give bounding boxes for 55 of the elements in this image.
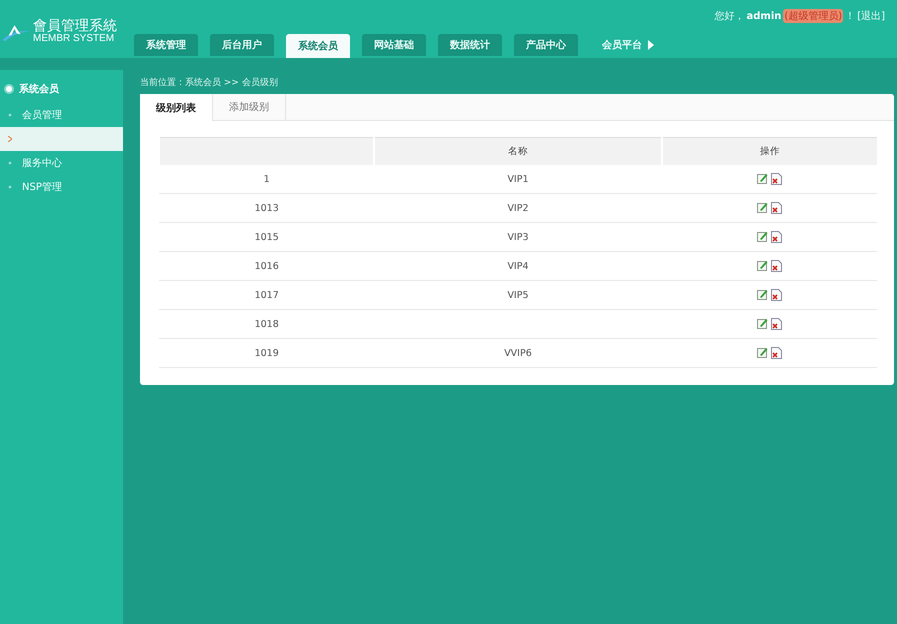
- nav-tab[interactable]: 网站基础: [362, 34, 426, 56]
- table-cell: VIP2: [374, 194, 662, 222]
- delete-icon[interactable]: [770, 260, 782, 272]
- sidebar-title: 系统会员: [19, 82, 59, 96]
- edit-icon[interactable]: [756, 347, 768, 358]
- nav-tab[interactable]: 产品中心: [514, 34, 578, 56]
- nav-tab[interactable]: 后台用户: [210, 34, 274, 56]
- column-header: 操作: [662, 138, 877, 165]
- panel-tab[interactable]: 级别列表: [140, 94, 213, 121]
- table-cell: VIP1: [374, 165, 662, 194]
- nav-tab[interactable]: 数据统计: [438, 34, 502, 56]
- nav-tab[interactable]: 系统会员: [286, 34, 350, 58]
- table-cell: 1015: [159, 222, 374, 252]
- edit-icon[interactable]: [756, 318, 768, 329]
- delete-icon[interactable]: [770, 202, 782, 214]
- bullet-icon: [6, 86, 12, 92]
- bullet-icon: [8, 184, 12, 190]
- delete-icon[interactable]: [770, 289, 782, 301]
- edit-icon[interactable]: [756, 202, 768, 213]
- sidebar-item[interactable]: NSP管理: [0, 175, 123, 199]
- table-cell: 1017: [159, 280, 374, 310]
- nav-tab[interactable]: 会员平台: [590, 34, 666, 56]
- logout-link[interactable]: [退出]: [857, 9, 885, 23]
- separator-text: ！: [845, 10, 856, 23]
- table-cell: VIP4: [374, 252, 662, 280]
- column-header: 名称: [374, 138, 662, 165]
- logo-title: 會員管理系統: [33, 19, 117, 33]
- table-cell: 1018: [159, 310, 374, 338]
- delete-icon[interactable]: [770, 347, 782, 359]
- delete-icon[interactable]: [770, 173, 782, 185]
- table-cell: VIP5: [374, 280, 662, 310]
- role-label: (超级管理员): [783, 9, 844, 23]
- table-cell: 1013: [159, 194, 374, 222]
- greeting-text: 您好，: [714, 10, 744, 23]
- breadcrumb: 当前位置：系统会员 >> 会员级别: [140, 76, 279, 90]
- edit-icon[interactable]: [756, 260, 768, 271]
- delete-icon[interactable]: [770, 318, 782, 330]
- sidebar-item[interactable]: 会员管理: [0, 103, 123, 127]
- table-cell: 1016: [159, 252, 374, 280]
- edit-icon[interactable]: [756, 231, 768, 242]
- edit-icon[interactable]: [756, 289, 768, 300]
- sidebar-item[interactable]: 服务中心: [0, 151, 123, 175]
- table-cell: VVIP6: [374, 338, 662, 368]
- nav-tab[interactable]: 系统管理: [134, 34, 198, 56]
- edit-icon[interactable]: [756, 173, 768, 184]
- table-cell: 1019: [159, 338, 374, 368]
- logo-subtitle: MEMBR SYSTEM: [33, 34, 116, 44]
- table-cell: 1: [159, 165, 374, 194]
- bullet-icon: [8, 160, 12, 166]
- bullet-icon: [8, 112, 12, 118]
- delete-icon[interactable]: [770, 231, 782, 243]
- caret-icon: [648, 40, 654, 50]
- panel-tab[interactable]: 添加级别: [213, 94, 286, 120]
- user-name: admin: [746, 10, 782, 22]
- table-cell: VIP3: [374, 222, 662, 252]
